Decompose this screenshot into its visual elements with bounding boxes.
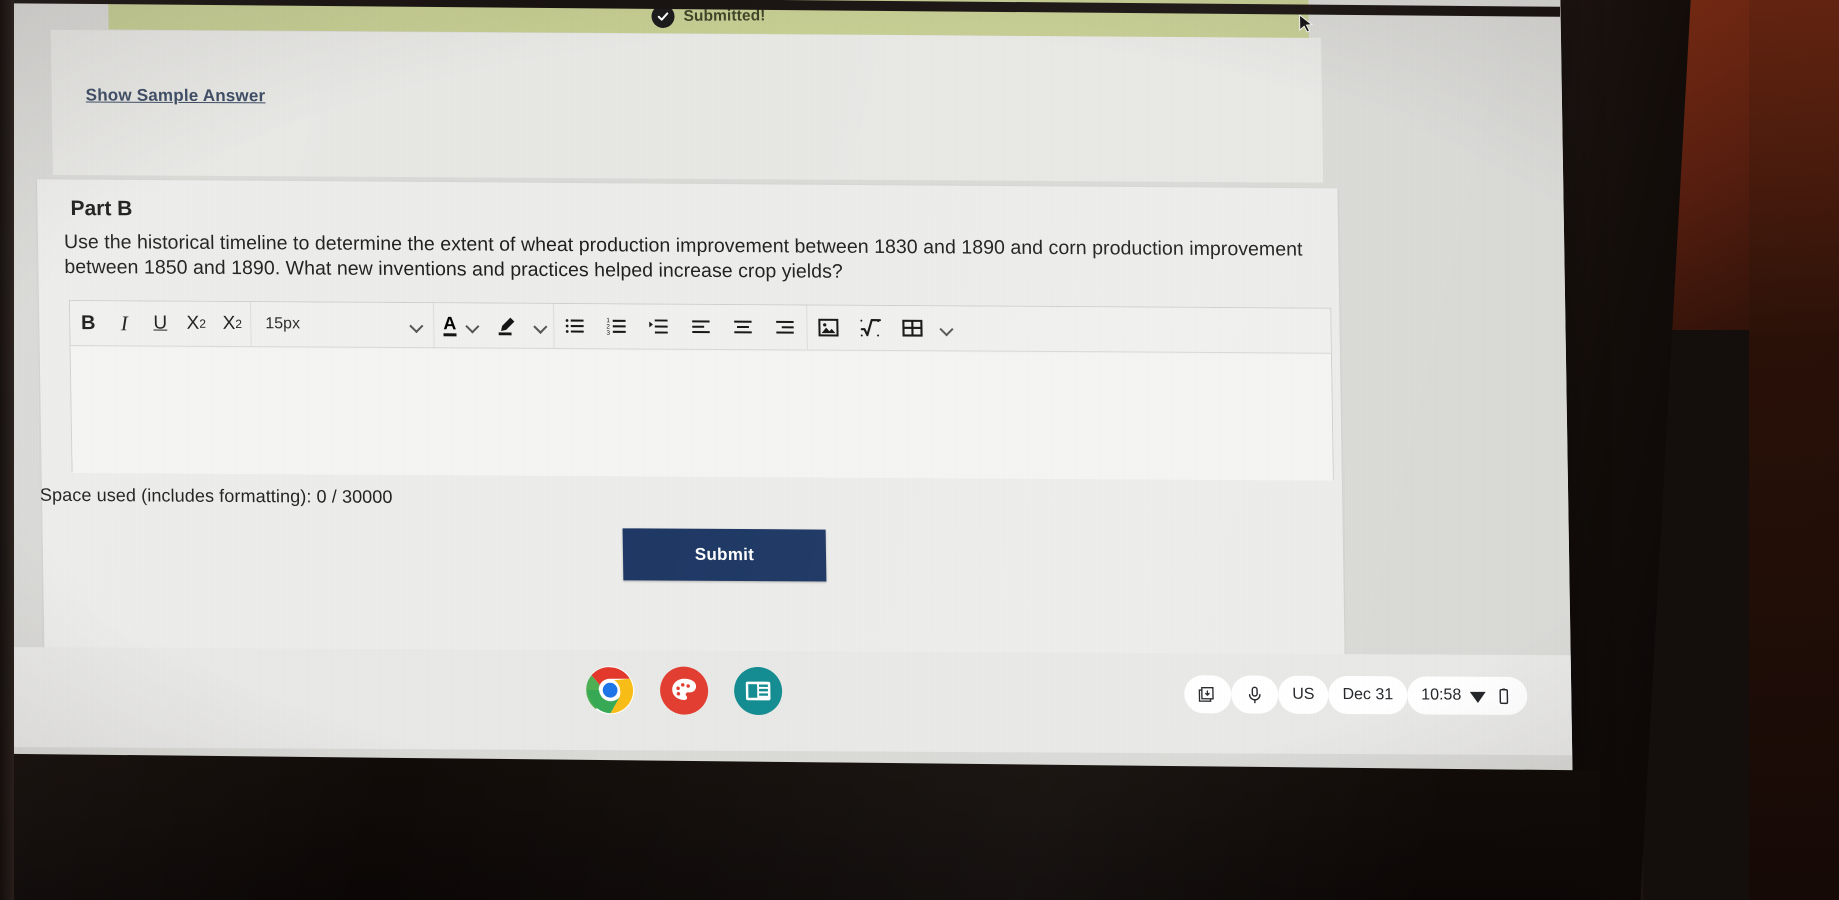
superscript-base: X	[186, 312, 200, 334]
wifi-icon	[1468, 686, 1487, 705]
sample-answer-panel	[50, 29, 1324, 183]
insert-table-icon[interactable]	[891, 306, 934, 351]
submit-button[interactable]: Submit	[622, 528, 827, 582]
editor-toolbar: B I U X2 X2 15px A 1 2 3	[69, 301, 1331, 354]
background-wall-right	[1749, 0, 1839, 900]
bullet-list-icon[interactable]	[554, 303, 597, 348]
shelf-item-palette[interactable]	[659, 666, 709, 715]
rich-text-editor: B I U X2 X2 15px A 1 2 3	[68, 299, 1334, 481]
shelf-item-chrome[interactable]	[585, 666, 635, 715]
bold-button[interactable]: B	[70, 301, 107, 346]
subscript-button[interactable]: X2	[214, 301, 251, 346]
question-text: Use the historical timeline to determine…	[63, 230, 1303, 283]
show-sample-answer-link[interactable]: Show Sample Answer	[86, 86, 266, 107]
text-color-chevron[interactable]	[459, 303, 486, 348]
insert-equation-icon[interactable]	[849, 305, 892, 350]
subscript-index: 2	[235, 317, 243, 332]
shelf-item-slides[interactable]	[733, 666, 783, 716]
part-b-card: Part B Use the historical timeline to de…	[37, 179, 1345, 659]
insert-image-icon[interactable]	[807, 305, 850, 350]
insert-table-chevron[interactable]	[933, 306, 960, 351]
chevron-down-icon	[467, 320, 478, 331]
highlight-color-chevron[interactable]	[527, 303, 554, 348]
align-left-icon[interactable]	[680, 304, 723, 349]
status-area-button[interactable]: 10:58	[1406, 676, 1528, 715]
keyboard-layout-button[interactable]: US	[1277, 675, 1329, 714]
text-color-button[interactable]: A	[434, 303, 460, 348]
text-format-group: B I U X2 X2	[70, 301, 251, 347]
indent-increase-icon[interactable]	[638, 304, 681, 349]
keyboard-layout-label: US	[1292, 685, 1315, 703]
chevron-down-icon	[535, 320, 546, 331]
photo-scene: Submitted! Show Sample Answer Part B Use…	[0, 0, 1839, 900]
system-tray: US Dec 31 10:58	[1183, 675, 1528, 715]
align-right-icon[interactable]	[764, 305, 807, 350]
date-button[interactable]: Dec 31	[1328, 675, 1408, 715]
mouse-cursor	[1299, 14, 1315, 39]
underline-button[interactable]: U	[142, 301, 179, 346]
numbered-list-icon[interactable]: 123	[596, 304, 639, 349]
superscript-button[interactable]: X2	[178, 301, 215, 346]
italic-button[interactable]: I	[106, 301, 143, 346]
font-size-select[interactable]: 15px	[251, 302, 434, 348]
subscript-base: X	[222, 312, 236, 335]
screen-left-edge	[0, 0, 14, 900]
screen-capture-icon	[1198, 685, 1217, 704]
page-title: Part B	[70, 197, 133, 221]
date-label: Dec 31	[1342, 686, 1394, 704]
chevron-down-icon	[411, 320, 422, 331]
microphone-icon	[1245, 685, 1264, 704]
laptop-base	[0, 753, 1600, 900]
superscript-exponent: 2	[199, 316, 207, 331]
microphone-button[interactable]	[1230, 675, 1279, 714]
highlighter-pen-icon[interactable]	[485, 303, 528, 348]
battery-icon	[1494, 686, 1513, 705]
svg-text:3: 3	[606, 330, 610, 337]
editor-text-area[interactable]	[70, 346, 1333, 481]
screen-capture-button[interactable]	[1183, 675, 1232, 714]
space-used-label: Space used (includes formatting): 0 / 30…	[39, 484, 393, 507]
text-color-glyph: A	[443, 313, 457, 336]
font-size-value: 15px	[265, 315, 301, 333]
browser-page: Submitted! Show Sample Answer Part B Use…	[0, 0, 1574, 848]
clock-label: 10:58	[1421, 686, 1462, 704]
chevron-down-icon	[941, 323, 952, 334]
shelf-app-icons	[585, 666, 783, 716]
chromeos-shelf: US Dec 31 10:58	[10, 647, 1573, 756]
align-center-icon[interactable]	[722, 304, 765, 349]
